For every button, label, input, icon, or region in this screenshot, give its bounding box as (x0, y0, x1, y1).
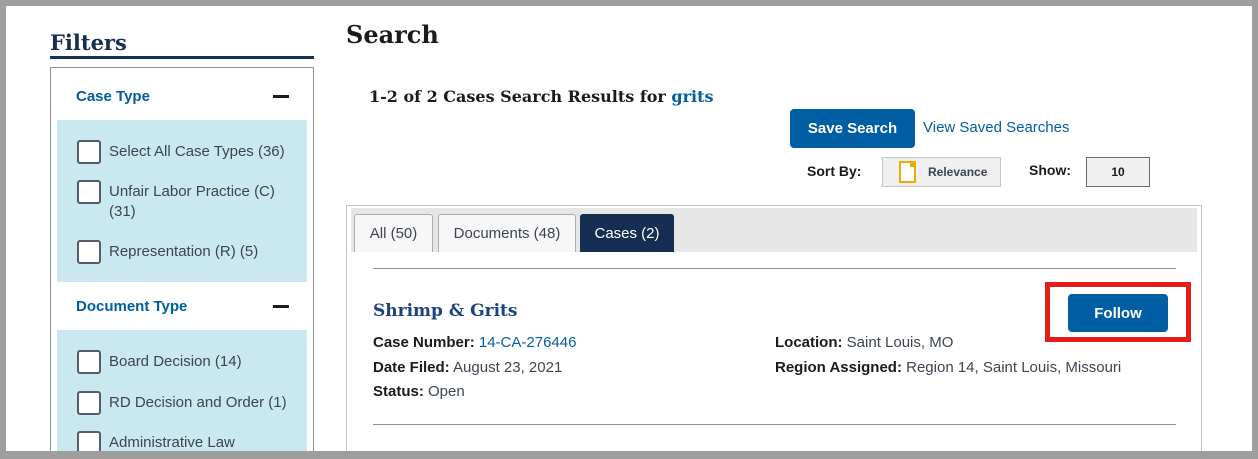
sort-select[interactable]: Relevance (882, 157, 1001, 187)
results-count: 1-2 of 2 Cases Search Results for (369, 87, 672, 106)
checkbox[interactable] (77, 140, 101, 164)
document-icon (899, 161, 916, 183)
status-row: Status: Open (373, 383, 465, 400)
result-divider-bottom (373, 424, 1176, 425)
location-label: Location: (775, 334, 843, 351)
checkbox-select-all-case-types[interactable]: Select All Case Types (36) (77, 140, 299, 164)
follow-button[interactable]: Follow (1068, 294, 1168, 332)
checkbox-administrative-law[interactable]: Administrative Law (77, 431, 299, 455)
results-panel: All (50) Documents (48) Cases (2) Shrimp… (346, 205, 1202, 459)
checkbox-label: Board Decision (14) (109, 353, 242, 370)
document-type-label: Document Type (76, 298, 188, 315)
case-title-link[interactable]: Shrimp & Grits (373, 301, 517, 321)
collapse-icon[interactable] (273, 305, 289, 308)
case-number-row: Case Number: 14-CA-276446 (373, 334, 576, 351)
checkbox-rd-decision-and-order[interactable]: RD Decision and Order (1) (77, 391, 299, 415)
checkbox-representation[interactable]: Representation (R) (5) (77, 240, 299, 264)
search-term: grits (671, 87, 714, 106)
checkbox-label: RD Decision and Order (1) (109, 394, 287, 411)
region-row: Region Assigned: Region 14, Saint Louis,… (775, 359, 1121, 376)
document-type-header[interactable]: Document Type (57, 282, 307, 332)
status-label: Status: (373, 383, 424, 400)
case-number-link[interactable]: 14-CA-276446 (479, 334, 577, 351)
collapse-icon[interactable] (273, 95, 289, 98)
results-summary: 1-2 of 2 Cases Search Results for grits (369, 87, 713, 106)
date-filed-row: Date Filed: August 23, 2021 (373, 359, 562, 376)
tab-documents[interactable]: Documents (48) (438, 214, 576, 252)
checkbox-label: Unfair Labor Practice (C) (31) (109, 183, 275, 220)
result-divider-top (373, 268, 1176, 269)
region-label: Region Assigned: (775, 359, 902, 376)
checkbox-label: Administrative Law (109, 434, 235, 451)
location-row: Location: Saint Louis, MO (775, 334, 953, 351)
document-type-options: Board Decision (14) RD Decision and Orde… (57, 330, 307, 459)
case-number-label: Case Number: (373, 334, 475, 351)
checkbox[interactable] (77, 350, 101, 374)
case-type-header[interactable]: Case Type (57, 72, 307, 122)
sort-value: Relevance (928, 165, 988, 179)
filters-panel: Case Type Select All Case Types (36) Unf… (50, 67, 314, 459)
view-saved-searches-link[interactable]: View Saved Searches (923, 119, 1069, 136)
checkbox[interactable] (77, 431, 101, 455)
checkbox-board-decision[interactable]: Board Decision (14) (77, 350, 299, 374)
date-filed-value: August 23, 2021 (453, 359, 563, 376)
checkbox-unfair-labor-practice[interactable]: Unfair Labor Practice (C) (31) (77, 180, 299, 222)
sort-by-label: Sort By: (807, 163, 862, 179)
checkbox[interactable] (77, 391, 101, 415)
date-filed-label: Date Filed: (373, 359, 450, 376)
show-count-select[interactable]: 10 (1086, 157, 1150, 187)
save-search-button[interactable]: Save Search (790, 109, 915, 148)
case-type-label: Case Type (76, 88, 150, 105)
page-title: Search (346, 20, 439, 49)
checkbox[interactable] (77, 240, 101, 264)
tab-all[interactable]: All (50) (354, 214, 433, 252)
filters-divider (50, 56, 314, 59)
region-value: Region 14, Saint Louis, Missouri (906, 359, 1122, 376)
case-type-options: Select All Case Types (36) Unfair Labor … (57, 120, 307, 282)
tab-bar: All (50) Documents (48) Cases (2) (351, 208, 1197, 252)
checkbox[interactable] (77, 180, 101, 204)
tab-cases[interactable]: Cases (2) (580, 214, 674, 252)
filters-title: Filters (50, 30, 127, 55)
status-value: Open (428, 383, 465, 400)
checkbox-label: Select All Case Types (36) (109, 143, 285, 160)
location-value: Saint Louis, MO (846, 334, 954, 351)
checkbox-label: Representation (R) (5) (109, 243, 259, 260)
show-label: Show: (1029, 162, 1071, 178)
